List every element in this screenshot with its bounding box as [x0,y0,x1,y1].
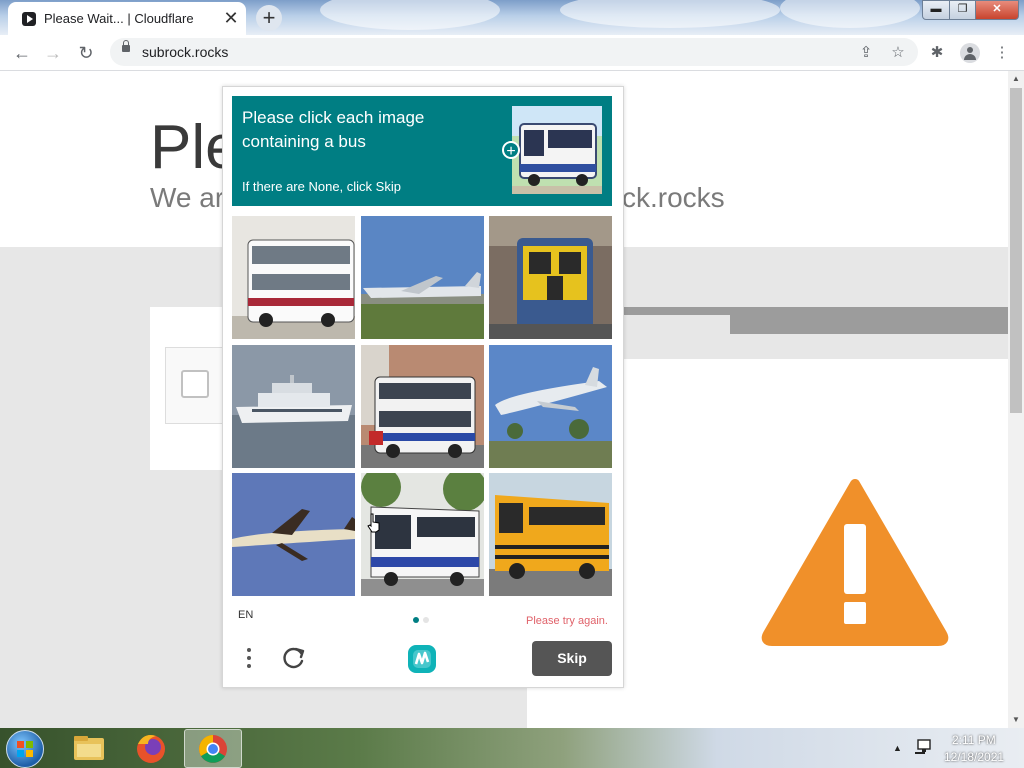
clock-time[interactable]: 2:11 PM [952,733,996,747]
lock-icon[interactable] [122,40,130,52]
school-bus-image [489,473,612,596]
network-icon[interactable] [913,738,933,756]
ship-image [232,345,355,468]
captcha-tile-1[interactable] [232,216,355,339]
captcha-tile-7[interactable] [232,473,355,596]
train-image [489,216,612,339]
scroll-thumb[interactable] [1010,88,1022,413]
example-bus-image [512,106,602,194]
tab-close-icon[interactable]: ✕ [221,8,241,28]
forward-arrow-icon[interactable]: → [42,42,64,64]
youtube-favicon-icon [22,12,36,26]
url-text[interactable]: subrock.rocks [142,44,228,60]
double-decker-bus-street-image [361,345,484,468]
clock-date[interactable]: 12/18/2021 [944,750,1004,764]
bookmark-star-icon[interactable]: ☆ [888,43,908,63]
language-selector[interactable]: EN [238,609,253,621]
extensions-icon[interactable]: ✱ [927,43,947,63]
reload-icon[interactable]: ↻ [75,42,97,64]
file-explorer-icon[interactable] [64,730,114,767]
captcha-tile-4[interactable] [232,345,355,468]
tray-expand-icon[interactable]: ▲ [893,743,902,753]
browser-tab[interactable]: Please Wait... | Cloudflare ✕ [8,2,246,35]
share-icon[interactable]: ⇪ [856,43,876,63]
new-tab-button[interactable]: + [256,5,282,31]
window-maximize-button[interactable]: ❐ [949,0,976,20]
captcha-tile-2[interactable] [361,216,484,339]
decorative-strip-notch [622,315,730,334]
double-decker-bus-image [232,216,355,339]
page-indicator-active [413,617,419,623]
captcha-refresh-icon[interactable] [281,645,307,671]
chrome-icon[interactable] [188,730,238,767]
captcha-prompt-line2: containing a bus [242,132,366,151]
back-arrow-icon[interactable]: ← [11,42,33,64]
page-subtitle-right: ck.rocks [622,182,725,213]
firefox-icon[interactable] [126,730,176,767]
captcha-menu-icon[interactable] [240,644,258,674]
window-minimize-button[interactable]: ▬ [922,0,950,20]
hcaptcha-logo-icon[interactable] [405,642,439,676]
captcha-tile-8[interactable] [361,473,484,596]
captcha-tile-9[interactable] [489,473,612,596]
captcha-prompt-line1: Please click each image [242,108,425,127]
hand-cursor-icon [367,513,380,533]
expand-example-icon[interactable]: + [502,141,520,160]
window-close-button[interactable]: ✕ [975,0,1019,20]
captcha-error-message: Please try again. [526,615,608,627]
captcha-checkbox[interactable] [181,370,209,398]
windows-logo-icon [17,741,33,757]
captcha-prompt-hint: If there are None, click Skip [242,179,401,194]
tab-title: Please Wait... | Cloudflare [44,11,194,26]
scroll-up-arrow-icon[interactable]: ▲ [1008,71,1024,87]
page-subtitle-left: We ar [150,182,225,213]
airplane-takeoff-image [489,345,612,468]
warning-icon [761,479,949,646]
skip-button[interactable]: Skip [532,641,612,676]
airplane-ground-image [361,216,484,339]
captcha-tile-5[interactable] [361,345,484,468]
airplane-flying-image [232,473,355,596]
captcha-tile-3[interactable] [489,216,612,339]
browser-menu-icon[interactable]: ⋮ [992,43,1012,63]
address-bar[interactable] [110,38,918,66]
white-bus-image [361,473,484,596]
profile-avatar-icon[interactable] [960,43,980,63]
scroll-down-arrow-icon[interactable]: ▼ [1008,712,1024,728]
page-indicator-inactive [423,617,429,623]
captcha-tile-6[interactable] [489,345,612,468]
